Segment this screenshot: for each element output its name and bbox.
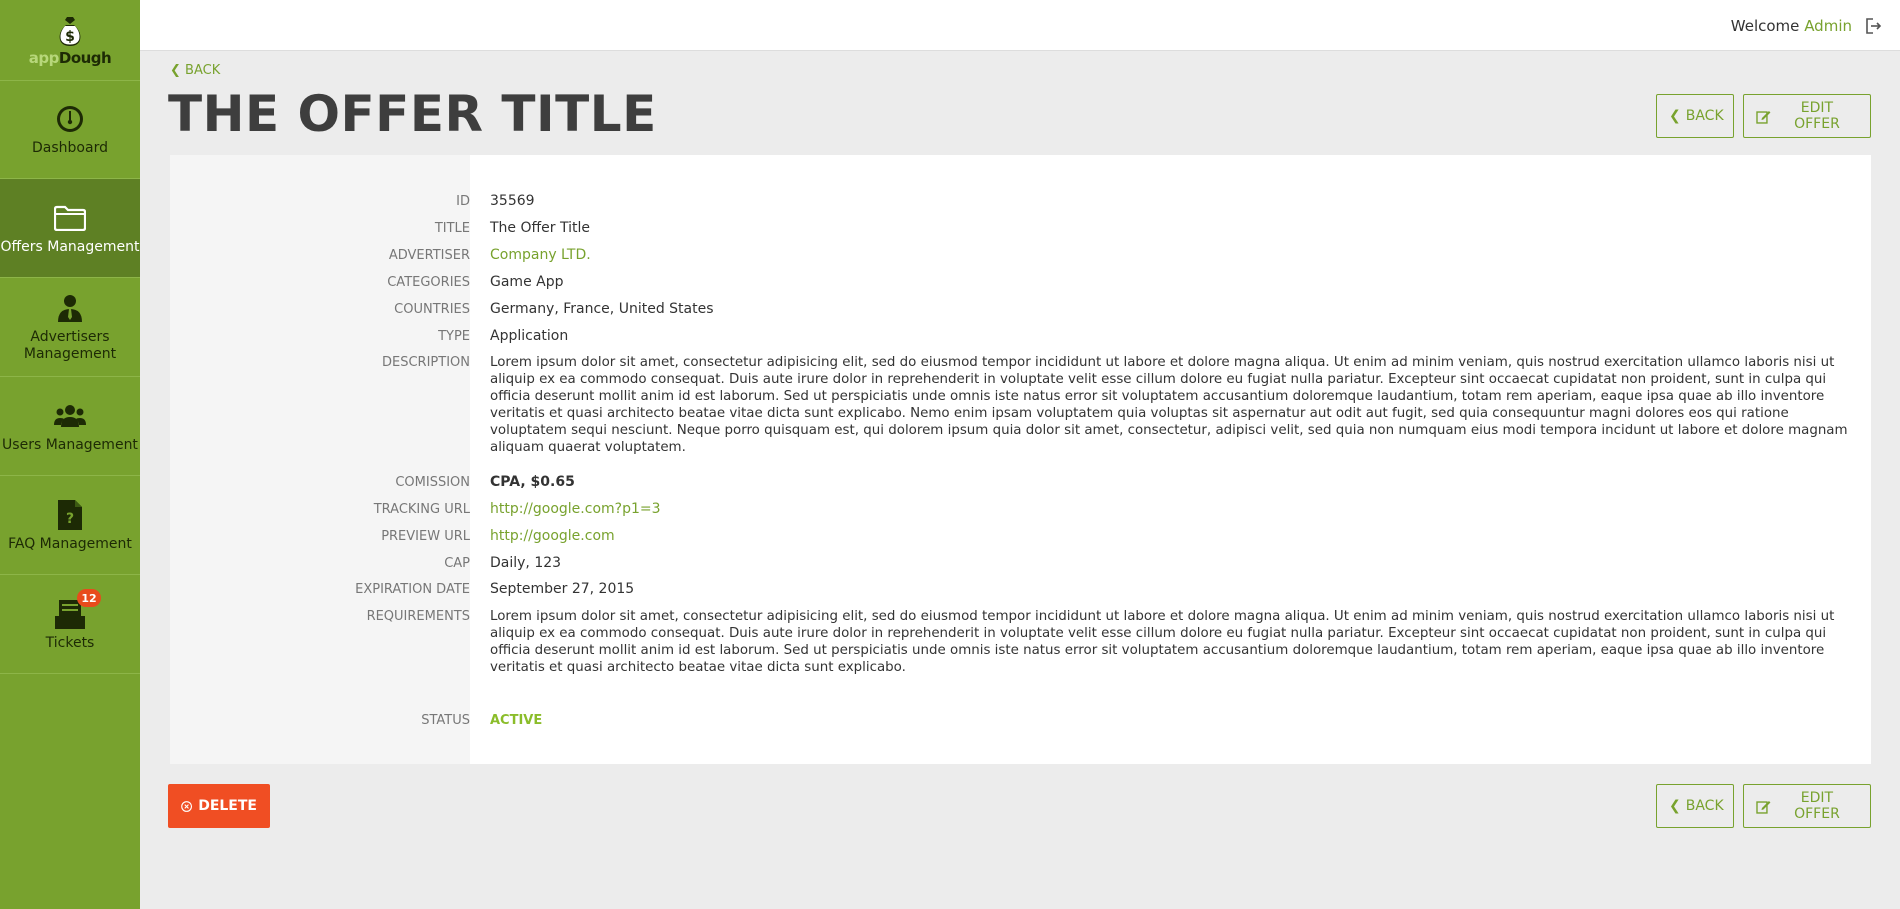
detail-label: CATEGORIES — [387, 275, 470, 290]
detail-label: PREVIEW URL — [381, 529, 470, 544]
tracking-url-link[interactable]: http://google.com?p1=3 — [490, 501, 1860, 518]
sidebar-item-users[interactable]: Users Management — [0, 377, 140, 476]
edit-icon — [1756, 800, 1771, 814]
detail-value: Game App — [490, 274, 564, 290]
detail-value: CPA, $0.65 — [490, 474, 575, 490]
edit-offer-button[interactable]: EDIT OFFER — [1743, 94, 1871, 138]
detail-label: TYPE — [438, 329, 470, 344]
sidebar-item-label: Dashboard — [32, 140, 108, 156]
preview-url-link[interactable]: http://google.com — [490, 528, 1860, 545]
sidebar-item-faq[interactable]: ? FAQ Management — [0, 476, 140, 575]
detail-label: COUNTRIES — [394, 302, 470, 317]
page-title: THE OFFER TITLE — [168, 85, 657, 143]
back-button-label: BACK — [1685, 798, 1724, 814]
users-icon — [53, 399, 87, 433]
detail-value: Daily, 123 — [490, 555, 562, 571]
detail-value: 35569 — [490, 193, 535, 209]
app-logo[interactable]: $ appDough — [0, 0, 140, 81]
sidebar-item-dashboard[interactable]: Dashboard — [0, 81, 140, 179]
status-badge: ACTIVE — [490, 713, 543, 728]
chevron-left-icon: ❮ — [1669, 108, 1681, 124]
sidebar-item-advertisers[interactable]: Advertisers Management — [0, 278, 140, 377]
back-link[interactable]: ❮ BACK — [170, 63, 220, 78]
edit-offer-button-label: EDIT OFFER — [1794, 790, 1840, 822]
edit-icon — [1756, 110, 1771, 124]
edit-offer-button-label: EDIT OFFER — [1794, 100, 1840, 132]
back-button-label: BACK — [1685, 108, 1724, 124]
detail-label: COMISSION — [395, 475, 470, 490]
back-button-bottom[interactable]: ❮ BACK — [1656, 784, 1734, 828]
chevron-left-icon: ❮ — [170, 63, 181, 78]
delete-button-label: DELETE — [198, 798, 257, 814]
back-link-label: BACK — [185, 63, 221, 78]
welcome-label: Welcome — [1730, 17, 1800, 35]
sidebar-item-offers[interactable]: Offers Management — [0, 179, 140, 278]
delete-button[interactable]: DELETE — [168, 784, 270, 828]
money-bag-icon: $ — [59, 16, 81, 46]
logo-wordmark: appDough — [28, 48, 112, 67]
question-document-icon: ? — [53, 498, 87, 532]
detail-label: REQUIREMENTS — [366, 609, 470, 624]
detail-label: TRACKING URL — [373, 502, 470, 517]
requirements-text: Lorem ipsum dolor sit amet, consectetur … — [490, 609, 1835, 675]
user-name-link[interactable]: Admin — [1804, 17, 1852, 35]
detail-value: The Offer Title — [490, 220, 590, 236]
detail-label: ADVERTISER — [388, 248, 470, 263]
sidebar-item-tickets[interactable]: Tickets 12 — [0, 575, 140, 674]
top-bar: Welcome Admin — [140, 0, 1900, 51]
folder-icon — [53, 201, 87, 235]
sidebar-item-label: Offers Management — [0, 238, 140, 255]
back-button[interactable]: ❮ BACK — [1656, 94, 1734, 138]
svg-text:?: ? — [66, 511, 74, 527]
close-circle-icon — [181, 800, 193, 812]
detail-value: Application — [490, 328, 569, 344]
detail-label: TITLE — [434, 221, 470, 236]
chevron-left-icon: ❮ — [1669, 798, 1681, 814]
detail-value: September 27, 2015 — [490, 581, 635, 597]
sidebar-item-label: Advertisers Management — [23, 329, 117, 362]
detail-label: STATUS — [421, 713, 470, 728]
sidebar-item-label: FAQ Management — [8, 535, 132, 552]
logout-icon[interactable] — [1864, 17, 1882, 35]
sidebar: $ appDough Dashboard Offers Management A… — [0, 0, 140, 909]
sidebar-item-label: Tickets — [45, 634, 95, 651]
tickets-count-badge: 12 — [77, 589, 101, 607]
detail-label: CAP — [444, 556, 470, 571]
edit-offer-button-bottom[interactable]: EDIT OFFER — [1743, 784, 1871, 828]
sidebar-item-label: Users Management — [2, 436, 138, 453]
description-text: Lorem ipsum dolor sit amet, consectetur … — [490, 355, 1848, 455]
detail-label: ID — [456, 194, 470, 209]
gauge-icon — [53, 102, 87, 136]
detail-label: EXPIRATION DATE — [355, 582, 470, 597]
offer-details-panel: ID 35569 TITLE The Offer Title ADVERTISE… — [170, 155, 1871, 764]
advertiser-link[interactable]: Company LTD. — [490, 247, 1860, 264]
detail-label: DESCRIPTION — [382, 355, 470, 370]
person-tie-icon — [53, 291, 87, 325]
welcome-message: Welcome Admin — [1731, 17, 1852, 35]
detail-value: Germany, France, United States — [490, 301, 714, 317]
svg-text:$: $ — [65, 29, 75, 45]
